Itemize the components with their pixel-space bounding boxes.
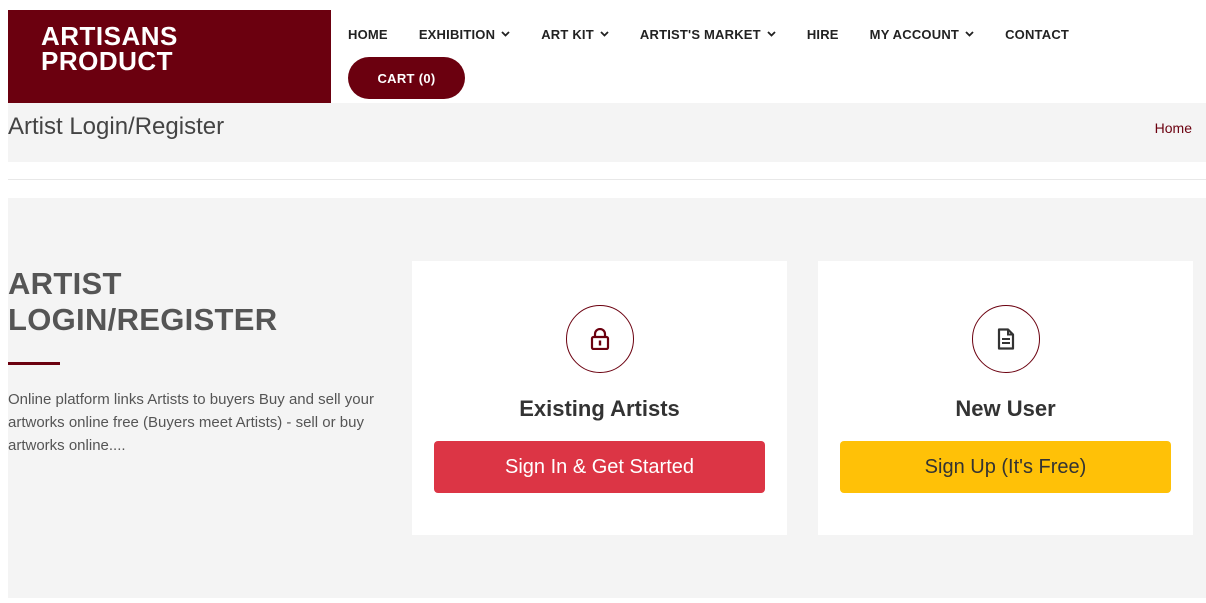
brand-line-2: PRODUCT [41, 46, 174, 76]
nav-links: HOME EXHIBITION ART KIT ARTIST'S MARKET [348, 27, 1100, 42]
chevron-down-icon [600, 29, 609, 39]
sign-up-button[interactable]: Sign Up (It's Free) [840, 441, 1171, 493]
nav-item-art-kit[interactable]: ART KIT [541, 27, 609, 42]
cart-button[interactable]: CART (0) [348, 57, 465, 99]
card-title: New User [955, 396, 1056, 421]
document-icon [971, 305, 1040, 373]
card-title: Existing Artists [519, 396, 680, 421]
cart-label: CART (0) [377, 70, 436, 86]
chevron-down-icon [965, 29, 974, 39]
section-description: Online platform links Artists to buyers … [8, 391, 374, 454]
nav-item-label: MY ACCOUNT [869, 27, 960, 42]
main-nav: HOME EXHIBITION ART KIT ARTIST'S MARKET [331, 10, 1193, 103]
nav-item-label: ARTIST'S MARKET [639, 27, 761, 42]
section-heading-line-2: LOGIN/REGISTER [8, 302, 278, 337]
nav-item-exhibition[interactable]: EXHIBITION [419, 27, 510, 42]
nav-item-my-account[interactable]: MY ACCOUNT [870, 27, 974, 42]
nav-item-home[interactable]: HOME [348, 27, 388, 42]
chevron-down-icon [501, 29, 510, 39]
nav-item-label: EXHIBITION [418, 27, 496, 42]
page-title-bar: Artist Login/Register Home [8, 103, 1206, 162]
login-register-section: ARTIST LOGIN/REGISTER Online platform li… [8, 198, 1206, 598]
section-heading-line-1: ARTIST [8, 266, 122, 301]
nav-item-label: CONTACT [1005, 27, 1070, 42]
divider [8, 179, 1206, 180]
nav-item-label: ART KIT [541, 27, 594, 42]
nav-item-label: HOME [348, 27, 388, 42]
lock-icon [565, 305, 634, 373]
heading-underline [8, 362, 60, 365]
breadcrumb-home[interactable]: Home [1155, 120, 1192, 136]
nav-item-contact[interactable]: CONTACT [1005, 27, 1069, 42]
brand-logo[interactable]: ARTISANS PRODUCT [8, 10, 331, 104]
nav-item-label: HIRE [806, 27, 839, 42]
nav-item-hire[interactable]: HIRE [807, 27, 839, 42]
existing-artists-card: Existing Artists Sign In & Get Started [412, 261, 787, 535]
chevron-down-icon [767, 29, 776, 39]
page-title: Artist Login/Register [8, 113, 225, 140]
sign-in-button[interactable]: Sign In & Get Started [434, 441, 765, 493]
section-heading: ARTIST LOGIN/REGISTER [8, 266, 277, 338]
nav-item-artists-market[interactable]: ARTIST'S MARKET [640, 27, 776, 42]
new-user-card: New User Sign Up (It's Free) [818, 261, 1193, 535]
page: ARTISANS PRODUCT HOME EXHIBITION ART KIT… [0, 0, 1206, 603]
